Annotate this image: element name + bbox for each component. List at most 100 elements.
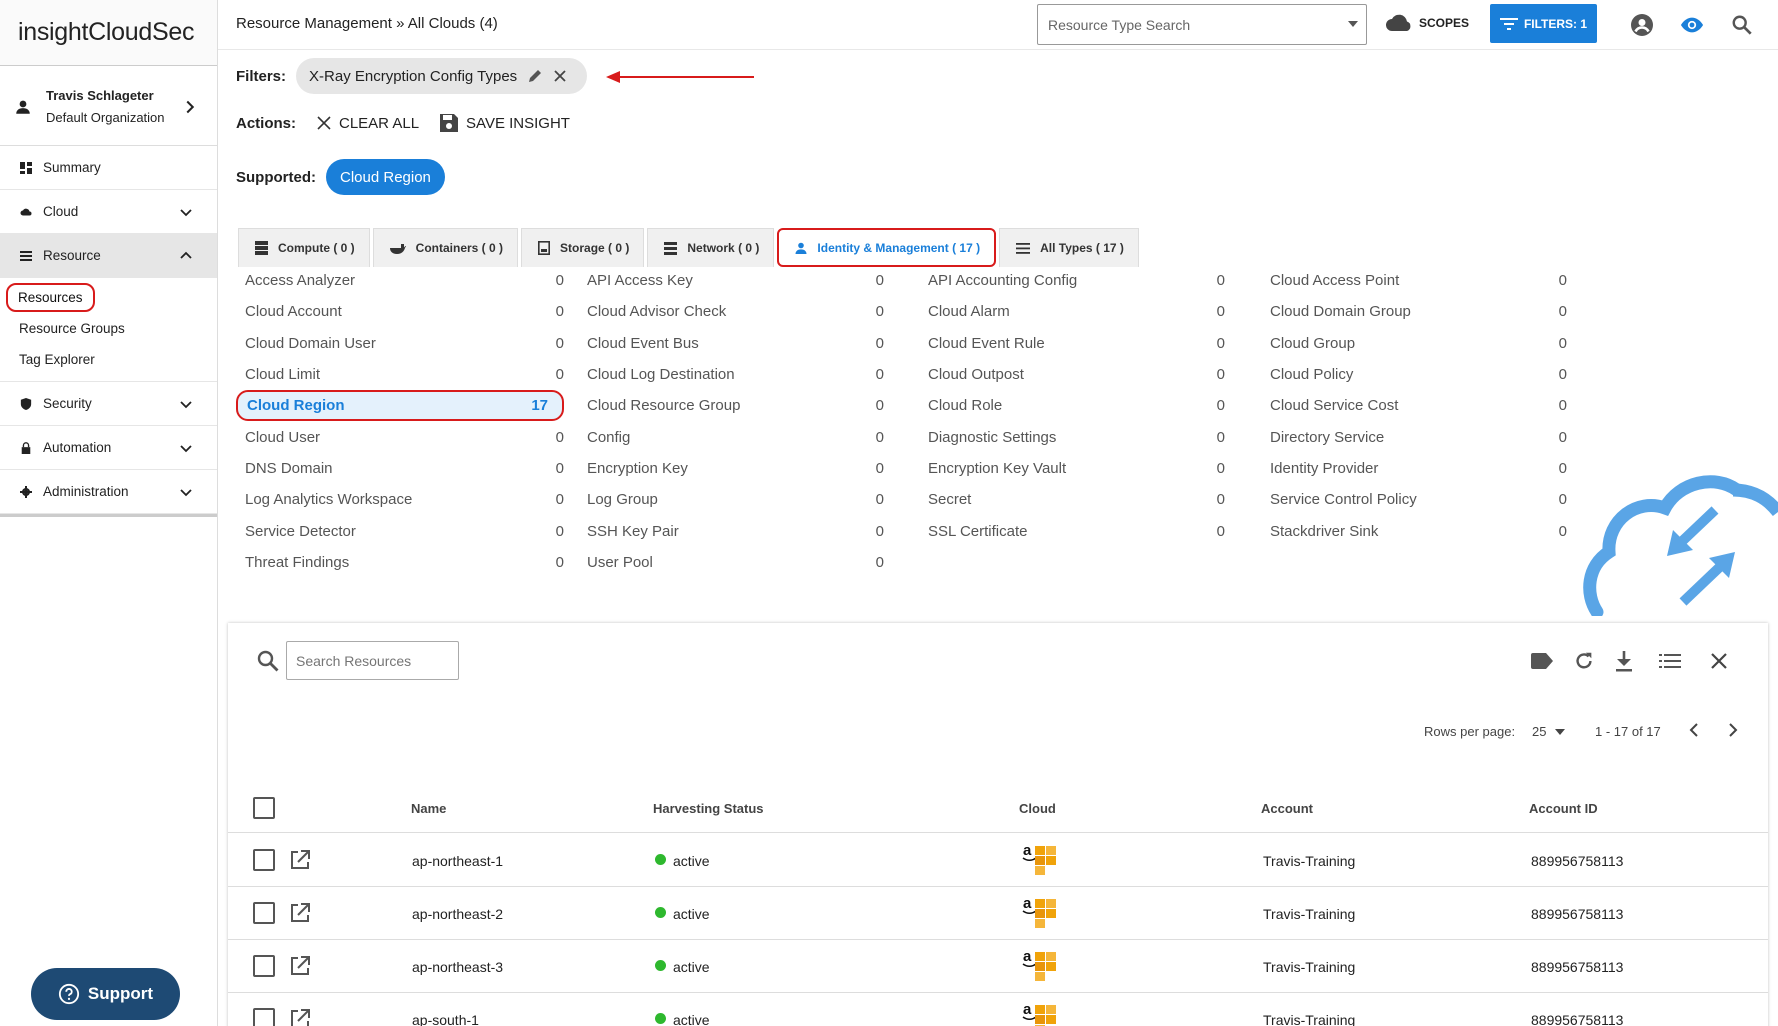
close-icon[interactable] xyxy=(553,69,567,83)
chevron-right-icon[interactable] xyxy=(1721,718,1745,742)
column-header-cloud[interactable]: Cloud xyxy=(1019,801,1056,816)
resource-type-item[interactable]: Cloud Account 0 xyxy=(236,296,564,327)
nav-summary[interactable]: Summary xyxy=(0,146,217,190)
resource-type-item[interactable]: Identity Provider 0 xyxy=(1261,453,1567,484)
user-menu[interactable]: Travis Schlageter Default Organization xyxy=(0,68,217,146)
resource-type-search[interactable]: Resource Type Search xyxy=(1037,4,1367,45)
resource-type-item[interactable]: Cloud Region 17 xyxy=(236,390,564,422)
save-insight-button[interactable]: SAVE INSIGHT xyxy=(439,113,570,133)
columns-icon[interactable] xyxy=(1658,649,1682,673)
rows-per-page-select[interactable]: 25 xyxy=(1532,724,1566,739)
tab-all-types[interactable]: All Types ( 17 ) xyxy=(999,228,1139,267)
resource-type-item[interactable]: Threat Findings 0 xyxy=(236,547,564,578)
tab-network[interactable]: Network ( 0 ) xyxy=(647,228,775,267)
scopes-button[interactable]: SCOPES xyxy=(1385,14,1469,32)
resource-type-item[interactable]: Directory Service 0 xyxy=(1261,421,1567,452)
resource-type-item[interactable]: Cloud Policy 0 xyxy=(1261,359,1567,390)
chevron-left-icon[interactable] xyxy=(1682,718,1706,742)
resource-type-item[interactable]: Log Analytics Workspace 0 xyxy=(236,484,564,515)
resource-type-item[interactable]: Secret 0 xyxy=(919,484,1225,515)
resource-type-item[interactable]: Cloud Event Rule 0 xyxy=(919,328,1225,359)
column-header-harvesting-status[interactable]: Harvesting Status xyxy=(653,801,764,816)
tab-identity-management[interactable]: Identity & Management ( 17 ) xyxy=(777,228,997,267)
row-checkbox[interactable] xyxy=(253,902,275,924)
subnav-tag-explorer[interactable]: Tag Explorer xyxy=(0,344,217,375)
open-external-icon[interactable] xyxy=(289,849,311,871)
resource-type-item[interactable]: Service Control Policy 0 xyxy=(1261,484,1567,515)
row-checkbox[interactable] xyxy=(253,1008,275,1026)
resource-type-item[interactable]: API Access Key 0 xyxy=(578,265,884,296)
nav-resource[interactable]: Resource xyxy=(0,234,217,278)
subnav-resources[interactable]: Resources xyxy=(0,282,217,313)
cell-name[interactable]: ap-south-1 xyxy=(412,1012,479,1026)
resource-type-item[interactable]: SSL Certificate 0 xyxy=(919,515,1225,546)
resource-type-item[interactable]: Cloud User 0 xyxy=(236,421,564,452)
resource-type-item[interactable]: Diagnostic Settings 0 xyxy=(919,421,1225,452)
resource-type-item[interactable]: Cloud Outpost 0 xyxy=(919,359,1225,390)
supported-pill[interactable]: Cloud Region xyxy=(326,159,445,195)
search-icon[interactable] xyxy=(1730,13,1754,37)
resource-type-item[interactable]: Cloud Domain Group 0 xyxy=(1261,296,1567,327)
open-external-icon[interactable] xyxy=(289,902,311,924)
resource-type-item[interactable]: Cloud Advisor Check 0 xyxy=(578,296,884,327)
resource-type-item[interactable]: Cloud Role 0 xyxy=(919,390,1225,421)
open-external-icon[interactable] xyxy=(289,955,311,977)
resource-type-item[interactable]: Cloud Group 0 xyxy=(1261,328,1567,359)
nav-security[interactable]: Security xyxy=(0,382,217,426)
resource-type-item[interactable]: Service Detector 0 xyxy=(236,515,564,546)
close-icon[interactable] xyxy=(1707,649,1731,673)
table-row[interactable]: ap-northeast-3 active a Travis-Training 8899… xyxy=(228,940,1768,993)
download-icon[interactable] xyxy=(1612,649,1636,673)
resource-type-item[interactable]: Encryption Key Vault 0 xyxy=(919,453,1225,484)
resource-type-item[interactable]: Cloud Domain User 0 xyxy=(236,328,564,359)
resource-type-item[interactable]: Cloud Alarm 0 xyxy=(919,296,1225,327)
resource-type-item[interactable]: Encryption Key 0 xyxy=(578,453,884,484)
eye-icon[interactable] xyxy=(1680,13,1704,37)
nav-administration[interactable]: Administration xyxy=(0,470,217,514)
resource-type-item[interactable]: API Accounting Config 0 xyxy=(919,265,1225,296)
resource-type-item[interactable]: Cloud Limit 0 xyxy=(236,359,564,390)
nav-automation[interactable]: Automation xyxy=(0,426,217,470)
tag-icon[interactable] xyxy=(1530,649,1554,673)
subnav-resource-groups[interactable]: Resource Groups xyxy=(0,313,217,344)
resource-type-item[interactable]: User Pool 0 xyxy=(578,547,884,578)
tab-compute[interactable]: Compute ( 0 ) xyxy=(238,228,370,267)
table-row[interactable]: ap-northeast-2 active a Travis-Training 8899… xyxy=(228,887,1768,940)
nav-cloud[interactable]: Cloud xyxy=(0,190,217,234)
row-checkbox[interactable] xyxy=(253,849,275,871)
resource-type-item[interactable]: DNS Domain 0 xyxy=(236,453,564,484)
resource-type-item[interactable]: SSH Key Pair 0 xyxy=(578,515,884,546)
cell-name[interactable]: ap-northeast-1 xyxy=(412,853,503,869)
resource-type-item[interactable]: Cloud Service Cost 0 xyxy=(1261,390,1567,421)
resource-type-item[interactable]: Config 0 xyxy=(578,421,884,452)
resource-type-item[interactable]: Cloud Event Bus 0 xyxy=(578,328,884,359)
support-button[interactable]: Support xyxy=(31,968,180,1020)
resource-type-item[interactable]: Access Analyzer 0 xyxy=(236,265,564,296)
row-checkbox[interactable] xyxy=(253,955,275,977)
refresh-icon[interactable] xyxy=(1572,649,1596,673)
clear-all-button[interactable]: CLEAR ALL xyxy=(316,115,419,132)
app-logo[interactable]: insight CloudSec xyxy=(0,0,217,66)
resource-type-item[interactable]: Cloud Log Destination 0 xyxy=(578,359,884,390)
filter-chip[interactable]: X-Ray Encryption Config Types xyxy=(296,58,588,94)
open-external-icon[interactable] xyxy=(289,1008,311,1026)
column-header-account-id[interactable]: Account ID xyxy=(1529,801,1598,816)
resource-type-item[interactable]: Cloud Access Point 0 xyxy=(1261,265,1567,296)
cell-name[interactable]: ap-northeast-3 xyxy=(412,959,503,975)
select-all-checkbox[interactable] xyxy=(253,797,275,819)
resource-type-item[interactable]: Cloud Resource Group 0 xyxy=(578,390,884,421)
table-row[interactable]: ap-northeast-1 active a Travis-Training 8899… xyxy=(228,834,1768,887)
search-resources-input[interactable] xyxy=(286,641,459,680)
account-icon[interactable] xyxy=(1630,13,1654,37)
cell-name[interactable]: ap-northeast-2 xyxy=(412,906,503,922)
tab-storage[interactable]: Storage ( 0 ) xyxy=(521,228,645,267)
search-icon xyxy=(257,650,279,671)
resource-type-item[interactable]: Stackdriver Sink 0 xyxy=(1261,515,1567,546)
table-row[interactable]: ap-south-1 active a Travis-Training 88995675… xyxy=(228,993,1768,1026)
filters-button[interactable]: FILTERS: 1 xyxy=(1490,4,1597,43)
column-header-name[interactable]: Name xyxy=(411,801,446,816)
edit-icon[interactable] xyxy=(527,68,543,84)
resource-type-item[interactable]: Log Group 0 xyxy=(578,484,884,515)
column-header-account[interactable]: Account xyxy=(1261,801,1313,816)
tab-containers[interactable]: Containers ( 0 ) xyxy=(372,228,519,267)
